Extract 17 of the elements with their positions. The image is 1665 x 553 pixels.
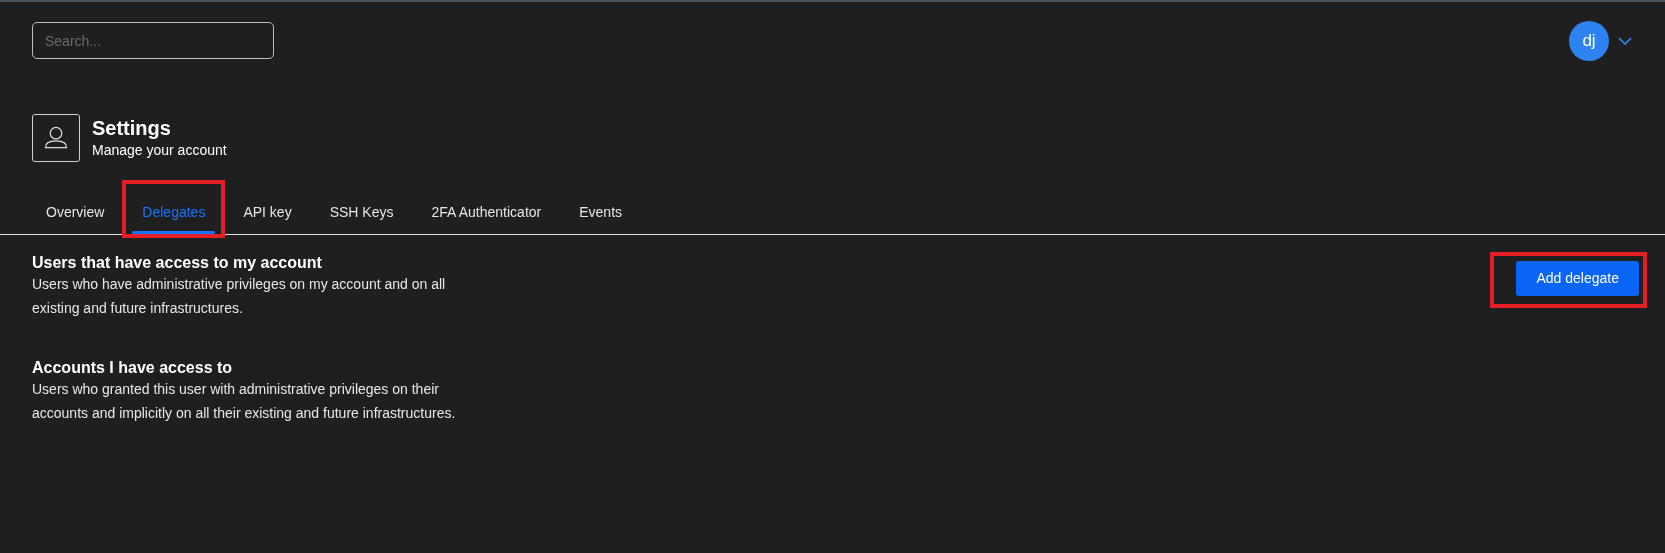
chevron-down-icon[interactable] <box>1617 36 1633 46</box>
add-delegate-button[interactable]: Add delegate <box>1516 261 1639 296</box>
tab[interactable]: Overview <box>32 194 119 234</box>
search-field[interactable]: Search... <box>32 22 274 59</box>
section-description: Users who have administrative privileges on my account and on all existing and future infrastructures. <box>32 275 447 319</box>
tab[interactable]: API key <box>229 194 306 234</box>
page-title: Settings <box>92 115 172 140</box>
tab[interactable]: Events <box>565 194 637 234</box>
section-heading: Users that have access to my account <box>32 253 323 273</box>
tab[interactable]: SSH Keys <box>315 194 408 234</box>
tab[interactable]: 2FA Authenticator <box>417 194 556 234</box>
page-subtitle: Manage your account <box>92 140 227 160</box>
tab[interactable]: Delegates <box>128 194 220 234</box>
user-avatar[interactable]: dj <box>1569 21 1609 61</box>
user-icon <box>32 114 80 162</box>
section-heading: Accounts I have access to <box>32 358 234 378</box>
section-description: Users who granted this user with administrative privileges on their accounts and implicitly on all their existing and future infrastructures. <box>32 380 457 424</box>
